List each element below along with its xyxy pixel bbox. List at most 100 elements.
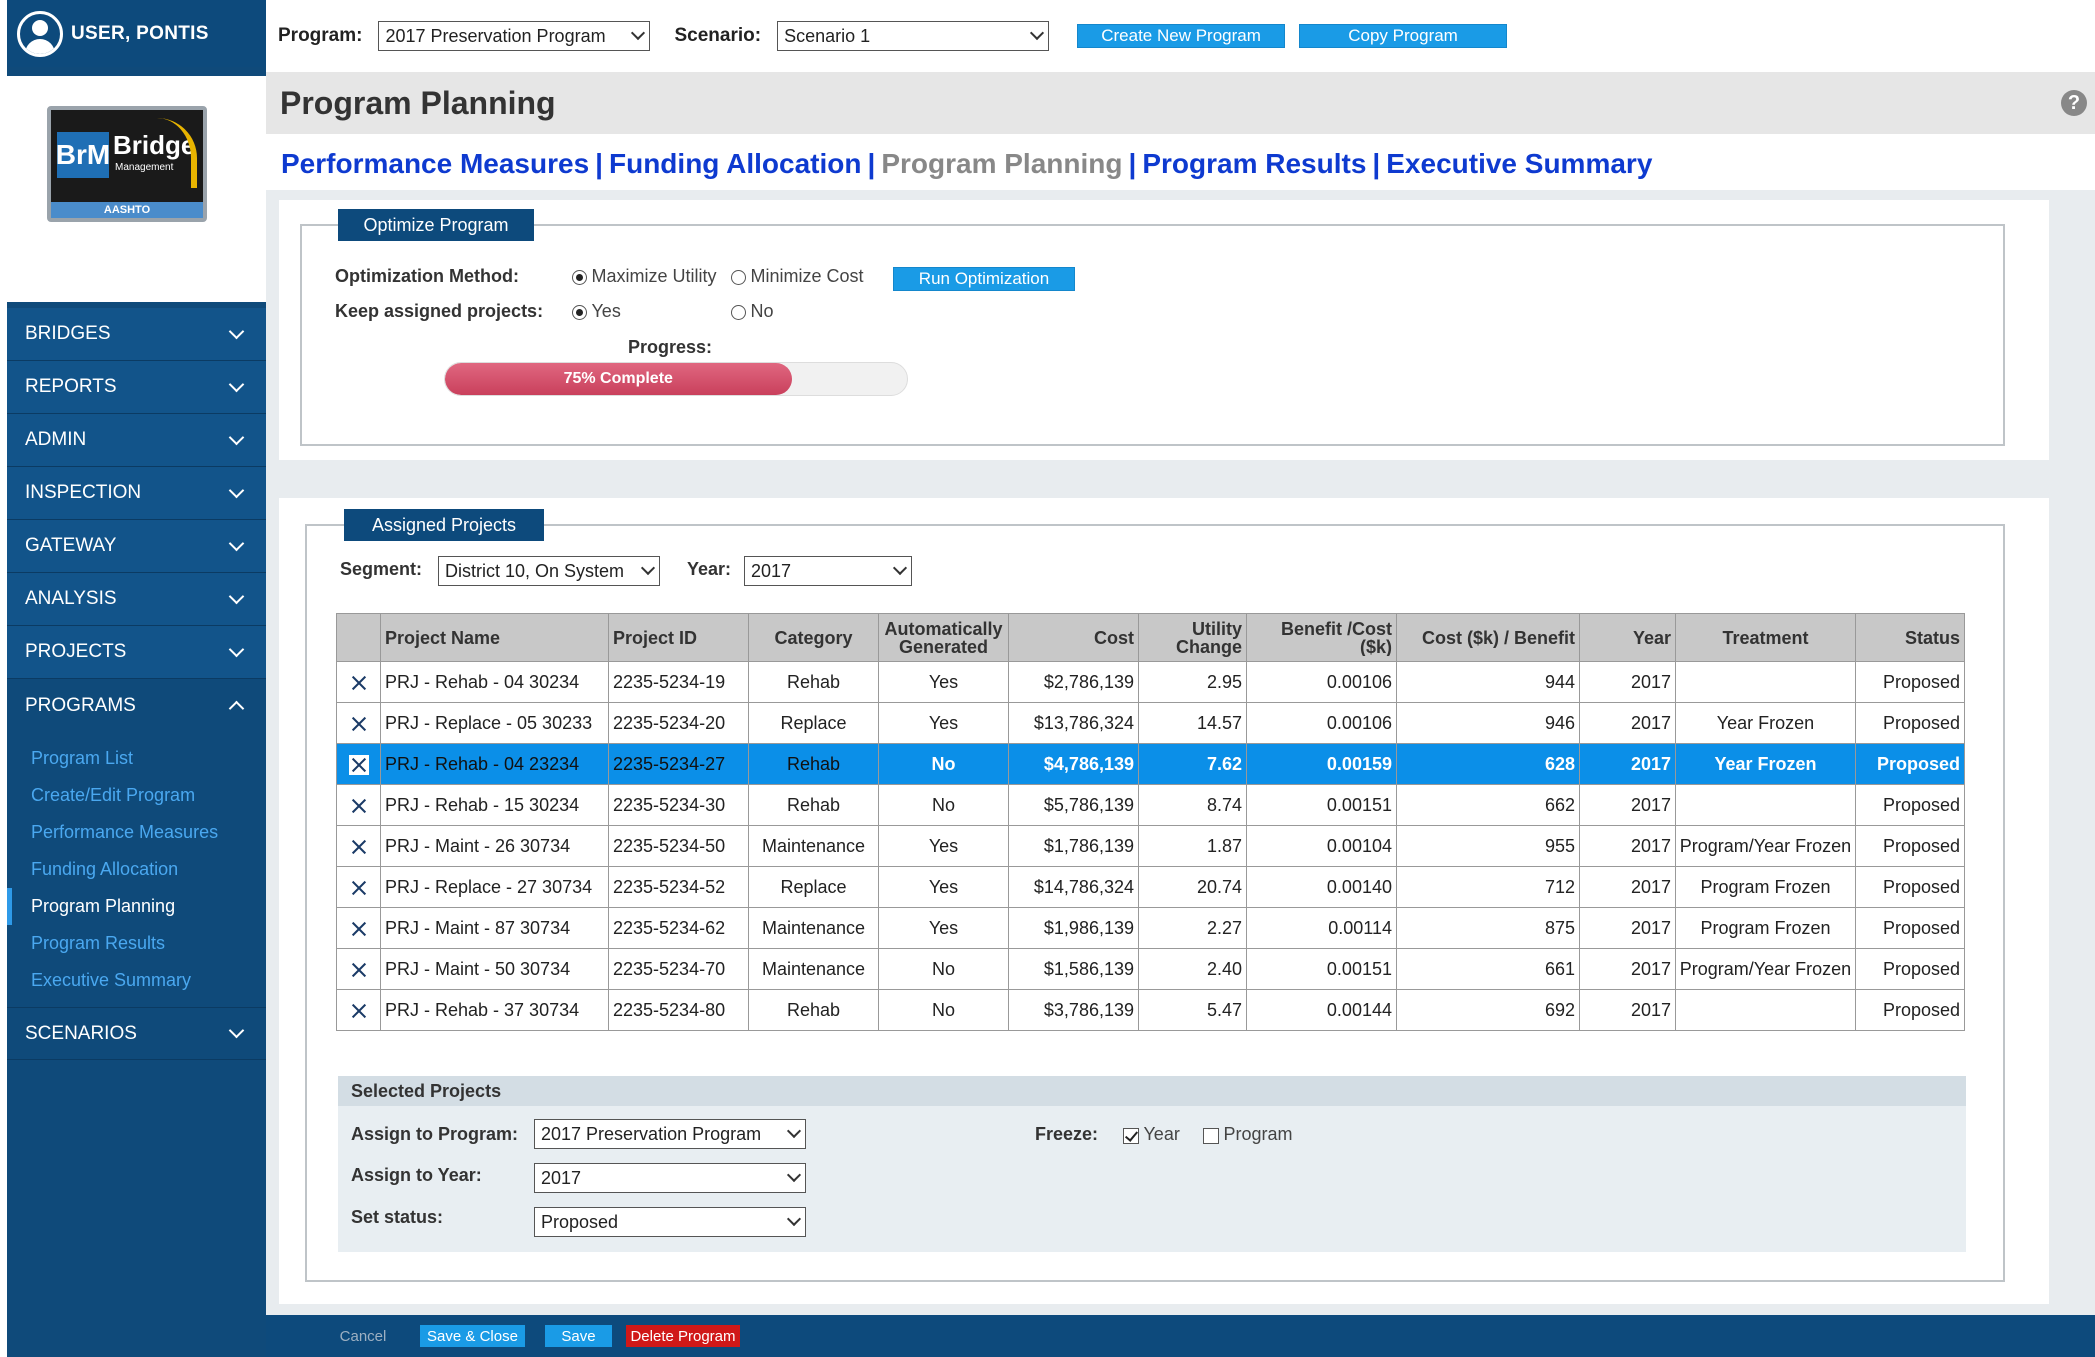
program-tabs: Performance Measures | Funding Allocation |… xyxy=(281,148,1652,180)
sidebar-item-label: PROJECTS xyxy=(25,641,127,662)
table-row[interactable]: PRJ - Replace - 27 30734 2235-5234-52 Repl… xyxy=(336,866,1965,908)
col-year[interactable]: Year xyxy=(1579,613,1676,662)
programs-subnav: Program List Create/Edit Program Perform… xyxy=(7,732,266,1007)
chevron-down-icon xyxy=(786,1167,802,1183)
table-row[interactable]: PRJ - Maint - 50 30734 2235-5234-70 Mainte… xyxy=(336,948,1965,990)
chevron-down-icon xyxy=(228,1022,245,1039)
cell-name: PRJ - Rehab - 04 23234 xyxy=(380,743,609,785)
create-new-program-button[interactable]: Create New Program xyxy=(1077,24,1286,48)
maximize-utility-option[interactable]: Maximize Utility xyxy=(572,266,716,287)
remove-icon[interactable] xyxy=(349,837,369,857)
radio-icon[interactable] xyxy=(731,270,746,286)
cell-category: Maintenance xyxy=(748,907,879,949)
remove-icon[interactable] xyxy=(349,960,369,980)
sidebar-item-reports[interactable]: REPORTS xyxy=(7,361,266,414)
freeze-year-option[interactable]: Year xyxy=(1123,1124,1180,1145)
cell-id: 2235-5234-19 xyxy=(608,661,749,703)
subnav-program-planning[interactable]: Program Planning xyxy=(7,888,266,925)
cell-auto: No xyxy=(878,784,1009,826)
radio-icon[interactable] xyxy=(572,305,587,321)
sidebar-item-projects[interactable]: PROJECTS xyxy=(7,626,266,679)
remove-icon[interactable] xyxy=(349,714,369,734)
subnav-program-results[interactable]: Program Results xyxy=(7,925,266,962)
subnav-performance-measures[interactable]: Performance Measures xyxy=(7,814,266,851)
assign-program-select[interactable]: 2017 Preservation Program xyxy=(534,1119,806,1149)
col-project-name[interactable]: Project Name xyxy=(380,613,609,662)
sidebar-item-programs[interactable]: PROGRAMS xyxy=(7,679,266,732)
col-benefit-cost[interactable]: Benefit /Cost ($k) xyxy=(1246,613,1397,662)
tab-program-results[interactable]: Program Results xyxy=(1142,148,1366,179)
run-optimization-button[interactable]: Run Optimization xyxy=(893,267,1075,291)
col-auto-generated[interactable]: Automatically Generated xyxy=(878,613,1009,662)
tab-executive-summary[interactable]: Executive Summary xyxy=(1386,148,1652,179)
remove-icon[interactable] xyxy=(349,796,369,816)
table-row[interactable]: PRJ - Rehab - 37 30734 2235-5234-80 Rehab N… xyxy=(336,989,1965,1031)
save-button[interactable]: Save xyxy=(545,1325,612,1347)
remove-icon[interactable] xyxy=(349,919,369,939)
sidebar-item-bridges[interactable]: BRIDGES xyxy=(7,308,266,361)
remove-icon[interactable] xyxy=(349,878,369,898)
col-project-id[interactable]: Project ID xyxy=(608,613,749,662)
assign-program-label: Assign to Program: xyxy=(351,1124,519,1144)
table-row[interactable]: PRJ - Replace - 05 30233 2235-5234-20 Repl… xyxy=(336,702,1965,744)
sidebar-item-label: REPORTS xyxy=(25,376,117,397)
assign-year-select[interactable]: 2017 xyxy=(534,1163,806,1193)
cell-auto: Yes xyxy=(878,907,1009,949)
tab-program-planning[interactable]: Program Planning xyxy=(881,148,1122,179)
set-status-select[interactable]: Proposed xyxy=(534,1207,806,1237)
col-cost-per-benefit[interactable]: Cost ($k) / Benefit xyxy=(1396,613,1580,662)
radio-icon[interactable] xyxy=(731,305,746,321)
keep-no-option[interactable]: No xyxy=(731,301,773,322)
sidebar-item-analysis[interactable]: ANALYSIS xyxy=(7,573,266,626)
cancel-button[interactable]: Cancel xyxy=(338,1325,388,1347)
table-row[interactable]: PRJ - Maint - 26 30734 2235-5234-50 Mainte… xyxy=(336,825,1965,867)
col-utility-change[interactable]: Utility Change xyxy=(1138,613,1247,662)
cell-status: Proposed xyxy=(1855,866,1965,908)
remove-icon[interactable] xyxy=(349,1001,369,1021)
cell-status: Proposed xyxy=(1855,661,1965,703)
sidebar-item-scenarios[interactable]: SCENARIOS xyxy=(7,1007,266,1060)
sidebar-item-inspection[interactable]: INSPECTION xyxy=(7,467,266,520)
col-treatment[interactable]: Treatment xyxy=(1675,613,1856,662)
table-row[interactable]: PRJ - Rehab - 15 30234 2235-5234-30 Rehab N… xyxy=(336,784,1965,826)
tab-separator: | xyxy=(867,148,876,179)
tab-funding-allocation[interactable]: Funding Allocation xyxy=(609,148,861,179)
tab-performance-measures[interactable]: Performance Measures xyxy=(281,148,589,179)
user-bar[interactable]: USER, PONTIS xyxy=(7,0,266,67)
scenario-select[interactable]: Scenario 1 xyxy=(777,21,1050,51)
keep-yes-option[interactable]: Yes xyxy=(572,301,621,322)
subnav-executive-summary[interactable]: Executive Summary xyxy=(7,962,266,999)
freeze-program-option[interactable]: Program xyxy=(1203,1124,1292,1145)
help-icon[interactable]: ? xyxy=(2061,90,2087,116)
cell-name: PRJ - Maint - 50 30734 xyxy=(380,948,609,990)
table-row[interactable]: PRJ - Rehab - 04 23234 2235-5234-27 Rehab N… xyxy=(336,743,1965,785)
remove-cell xyxy=(336,907,381,949)
segment-select[interactable]: District 10, On System xyxy=(438,556,660,586)
sidebar-item-gateway[interactable]: GATEWAY xyxy=(7,520,266,573)
remove-icon[interactable] xyxy=(348,754,369,775)
table-row[interactable]: PRJ - Rehab - 04 30234 2235-5234-19 Rehab Y… xyxy=(336,661,1965,703)
cell-category: Replace xyxy=(748,702,879,744)
save-close-button[interactable]: Save & Close xyxy=(420,1325,525,1347)
checkbox-icon[interactable] xyxy=(1123,1127,1139,1144)
col-category[interactable]: Category xyxy=(748,613,879,662)
remove-icon[interactable] xyxy=(349,673,369,693)
sidebar-item-admin[interactable]: ADMIN xyxy=(7,414,266,467)
minimize-cost-option[interactable]: Minimize Cost xyxy=(731,266,863,287)
assigned-legend: Assigned Projects xyxy=(344,509,544,541)
copy-program-button[interactable]: Copy Program xyxy=(1299,24,1508,48)
cell-costben: 692 xyxy=(1396,989,1580,1031)
program-select[interactable]: 2017 Preservation Program xyxy=(378,21,651,51)
year-select[interactable]: 2017 xyxy=(744,556,912,586)
col-status[interactable]: Status xyxy=(1855,613,1965,662)
checkbox-icon[interactable] xyxy=(1203,1127,1219,1144)
radio-icon[interactable] xyxy=(572,270,587,286)
optimization-method-label: Optimization Method: xyxy=(335,266,519,286)
subnav-funding-allocation[interactable]: Funding Allocation xyxy=(7,851,266,888)
table-row[interactable]: PRJ - Maint - 87 30734 2235-5234-62 Mainte… xyxy=(336,907,1965,949)
subnav-program-list[interactable]: Program List xyxy=(7,740,266,777)
cell-auto: No xyxy=(878,743,1009,785)
col-cost[interactable]: Cost xyxy=(1008,613,1139,662)
subnav-create-edit-program[interactable]: Create/Edit Program xyxy=(7,777,266,814)
delete-program-button[interactable]: Delete Program xyxy=(626,1325,740,1347)
